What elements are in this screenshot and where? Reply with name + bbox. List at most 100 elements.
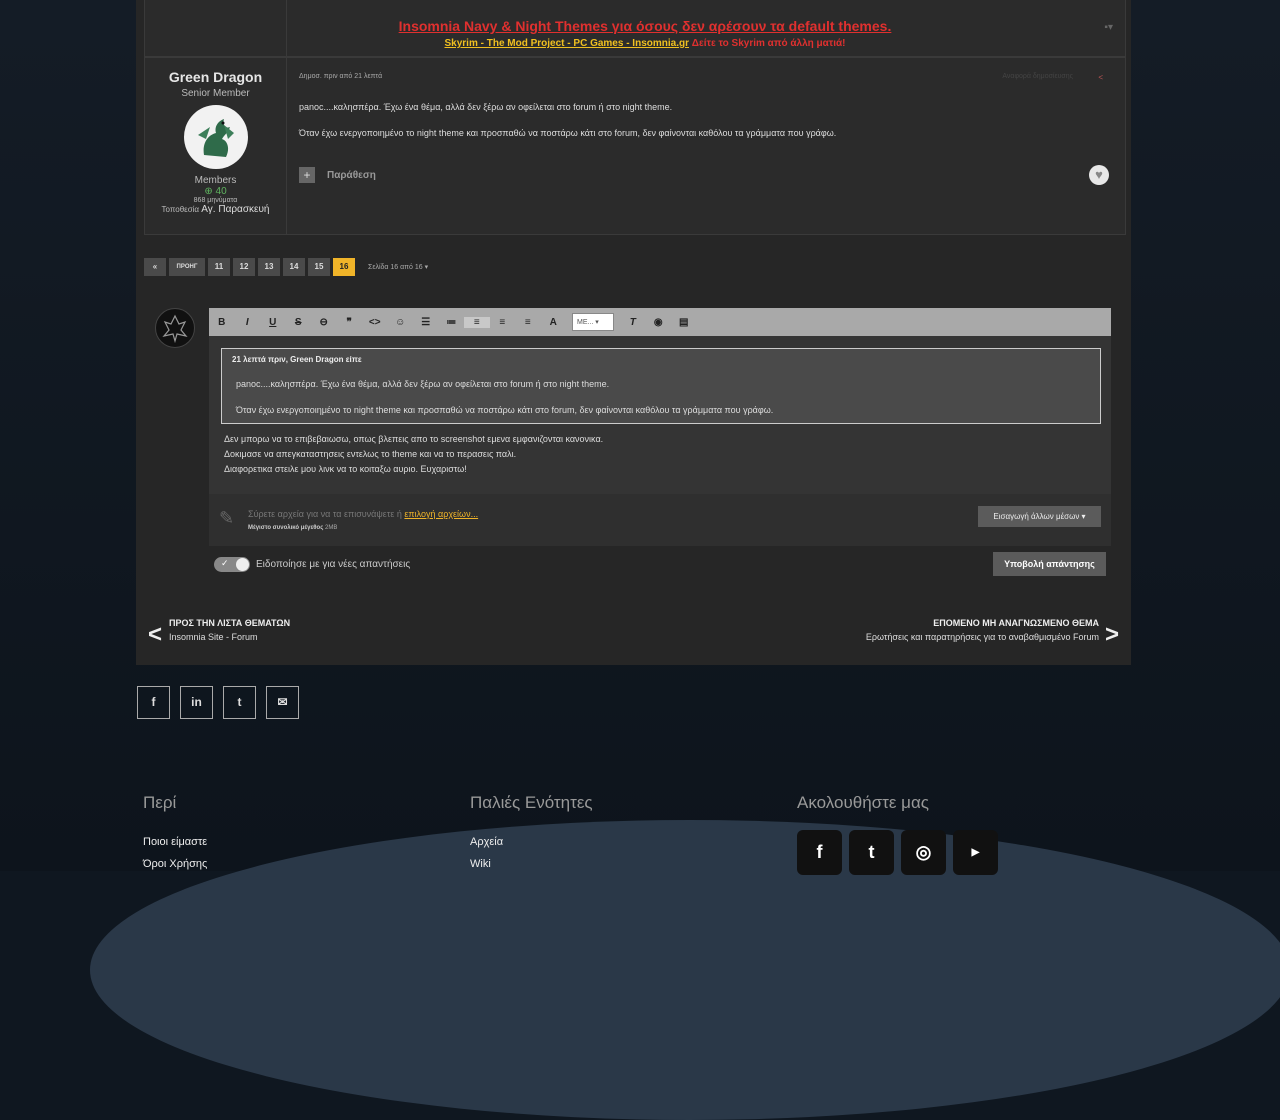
like-heart-icon[interactable]: ♥ (1089, 165, 1109, 185)
next-unread-topic-link[interactable]: ΕΠΟΜΕΝΟ ΜΗ ΑΝΑΓΝΩΣΜΕΝΟ ΘΕΜΑ Ερωτήσεις κα… (866, 618, 1099, 642)
dragon-avatar-image (197, 119, 234, 157)
author-group: Members (194, 175, 237, 186)
editor-toolbar: B I U S ⊖ ❞ <> ☺ ☰ ≔ ≡ ≡ ≡ A ΜΕ... ▾ T ◉… (209, 308, 1111, 336)
signature-link-skyrim[interactable]: Skyrim - The Mod Project - PC Games - In… (444, 38, 689, 49)
page-button[interactable]: 13 (258, 258, 280, 276)
signature-link-themes[interactable]: Insomnia Navy & Night Themes για όσους δ… (295, 18, 995, 34)
back-to-topics-link[interactable]: ΠΡΟΣ ΤΗΝ ΛΙΣΤΑ ΘΕΜΑΤΩΝ Insomnia Site - F… (169, 618, 290, 642)
page-button[interactable]: 11 (208, 258, 230, 276)
bold-icon[interactable]: B (209, 317, 235, 328)
font-select[interactable]: ΜΕ... ▾ (572, 313, 614, 331)
post-options-icon[interactable]: ▪▾ (1104, 22, 1113, 33)
pagination: « ΠΡΟΗΓ 11 12 13 14 15 16 Σελίδα 16 από … (144, 258, 428, 276)
facebook-icon[interactable]: f (797, 830, 842, 875)
prev-page-button[interactable]: ΠΡΟΗΓ (169, 258, 205, 276)
quote-citation: 21 λεπτά πριν, Green Dragon είπε (232, 355, 362, 364)
plus-icon: + (299, 167, 315, 183)
post-text-line: panoc....καλησπέρα. Έχω ένα θέμα, αλλά δ… (299, 102, 673, 112)
footer-follow-title: Ακολουθήστε μας (797, 793, 929, 812)
footer-link[interactable]: Όροι Χρήσης (143, 858, 207, 870)
align-left-icon[interactable]: ≡ (464, 316, 490, 328)
quote-icon[interactable]: ❞ (337, 317, 363, 328)
footer-link[interactable]: Ποιοι είμαστε (143, 836, 207, 848)
page-button[interactable]: 14 (283, 258, 305, 276)
author-rank: Senior Member (181, 88, 250, 99)
strikethrough-icon[interactable]: S (286, 317, 312, 328)
post-body: Δημοσ. πριν από 21 λεπτά Αναφορά δημοσίε… (299, 58, 1125, 234)
twitter-icon[interactable]: t (849, 830, 894, 875)
linkedin-icon[interactable]: in (180, 686, 213, 719)
attach-max-size: Μέγιστο συνολικό μέγεθος 2MB (248, 525, 338, 531)
quote-text-line: Όταν έχω ενεργοποιημένο το night theme κ… (236, 405, 774, 415)
page-button[interactable]: 15 (308, 258, 330, 276)
reputation-plus-icon: ⊕ (204, 186, 216, 197)
current-page-button[interactable]: 16 (333, 258, 355, 276)
check-icon: ✓ (221, 558, 229, 568)
reply-text-line: Διαφορετικα στειλε μου λινκ να το κοιταξ… (224, 464, 467, 474)
quoted-post: 21 λεπτά πριν, Green Dragon είπε panoc..… (221, 348, 1101, 424)
page-button[interactable]: 12 (233, 258, 255, 276)
insert-media-button[interactable]: Εισαγωγή άλλων μέσων ▾ (978, 506, 1101, 527)
post-author-panel: Green Dragon Senior Member Members ⊕ 40 … (145, 58, 287, 234)
chevron-left-icon[interactable]: < (148, 621, 162, 649)
avatar[interactable] (183, 105, 248, 169)
report-post-link[interactable]: Αναφορά δημοσίευσης (1002, 73, 1073, 80)
quote-label: Παράθεση (327, 169, 376, 181)
post-date[interactable]: Δημοσ. πριν από 21 λεπτά (299, 73, 382, 80)
attach-instructions: Σύρετε αρχεία για να τα επισυνάψετε ή επ… (248, 509, 479, 519)
reply-text-line: Δοκιμασε να απεγκαταστησεις εντελως το t… (224, 449, 517, 459)
notify-toggle[interactable]: ✓ (214, 557, 250, 572)
italic-icon[interactable]: I (235, 317, 261, 328)
first-page-button[interactable]: « (144, 258, 166, 276)
footer-old-sections-title: Παλιές Ενότητες (470, 793, 593, 812)
footer-link[interactable]: Wiki (470, 858, 491, 870)
youtube-icon[interactable]: ▶ (953, 830, 998, 875)
facebook-icon[interactable]: f (137, 686, 170, 719)
numbered-list-icon[interactable]: ≔ (439, 317, 465, 328)
forum-post: Green Dragon Senior Member Members ⊕ 40 … (144, 57, 1126, 235)
instagram-icon[interactable]: ◎ (901, 830, 946, 875)
signature-red-text: Δείτε το Skyrim από άλλη ματιά! (691, 38, 846, 49)
quote-text-line: panoc....καλησπέρα. Έχω ένα θέμα, αλλά δ… (236, 379, 610, 389)
bullet-list-icon[interactable]: ☰ (413, 317, 439, 328)
clear-format-icon[interactable]: T (620, 317, 646, 328)
emoji-icon[interactable]: ☺ (388, 317, 414, 328)
share-icon[interactable]: < (1098, 73, 1103, 82)
page-jump-dropdown[interactable]: Σελίδα 16 από 16 ▾ (368, 263, 428, 271)
previous-post-signature: Insomnia Navy & Night Themes για όσους δ… (144, 0, 1126, 57)
skyrim-logo-icon (162, 314, 188, 344)
reply-editor[interactable]: 21 λεπτά πριν, Green Dragon είπε panoc..… (209, 336, 1111, 494)
current-user-avatar[interactable] (155, 308, 195, 348)
paperclip-icon: ✎ (219, 508, 235, 528)
reply-text-line: Δεν μπορω να το επιβεβαιωσω, οπως βλεπει… (224, 434, 604, 444)
notify-toggle-row: ✓ Ειδοποίησε με για νέες απαντήσεις (214, 557, 410, 572)
underline-icon[interactable]: U (260, 317, 286, 328)
choose-files-link[interactable]: επιλογή αρχείων... (404, 509, 478, 519)
author-post-count: 868 μηνύματα (193, 197, 238, 204)
footer-about-title: Περί (143, 793, 177, 812)
footer-link[interactable]: Αρχεία (470, 836, 503, 848)
align-right-icon[interactable]: ≡ (515, 317, 541, 328)
chevron-right-icon[interactable]: > (1105, 621, 1119, 649)
source-icon[interactable]: ▤ (671, 317, 697, 328)
email-icon[interactable]: ✉ (266, 686, 299, 719)
author-reputation: ⊕ 40 (204, 186, 227, 197)
author-name[interactable]: Green Dragon (145, 69, 286, 85)
align-center-icon[interactable]: ≡ (490, 317, 516, 328)
author-location: Τοποθεσία Αγ. Παρασκευή (161, 204, 270, 215)
share-buttons: f in t ✉ (137, 686, 299, 719)
footer-planet-decoration (90, 820, 1280, 1120)
attachment-area[interactable]: ✎ Σύρετε αρχεία για να τα επισυνάψετε ή … (209, 494, 1111, 546)
code-icon[interactable]: <> (362, 317, 388, 328)
signature-line2: Skyrim - The Mod Project - PC Games - In… (295, 38, 995, 49)
link-icon[interactable]: ⊖ (311, 317, 337, 328)
quote-button[interactable]: + Παράθεση (299, 167, 376, 183)
font-size-icon[interactable]: A (541, 317, 567, 328)
follow-buttons: f t ◎ ▶ (797, 830, 998, 875)
preview-eye-icon[interactable]: ◉ (646, 317, 672, 328)
post-text-line: Όταν έχω ενεργοποιημένο το night theme κ… (299, 128, 837, 138)
submit-reply-button[interactable]: Υποβολή απάντησης (993, 552, 1106, 576)
twitter-icon[interactable]: t (223, 686, 256, 719)
topic-container: Insomnia Navy & Night Themes για όσους δ… (136, 0, 1131, 665)
notify-label: Ειδοποίησε με για νέες απαντήσεις (256, 559, 411, 570)
